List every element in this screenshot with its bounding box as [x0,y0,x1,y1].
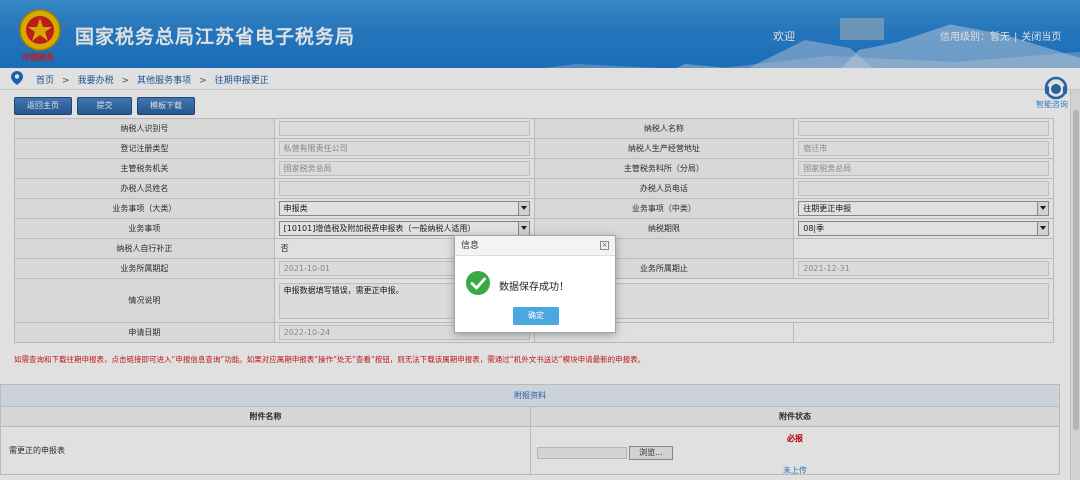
check-circle-icon [466,271,490,295]
dialog-title-text: 信息 [461,241,480,251]
dialog-title: 信息 × [455,236,615,256]
close-icon[interactable]: × [600,241,609,250]
message-dialog: 信息 × 数据保存成功！ 确定 [454,235,616,333]
ok-button[interactable]: 确定 [513,307,559,325]
dialog-message: 数据保存成功！ [499,282,569,293]
